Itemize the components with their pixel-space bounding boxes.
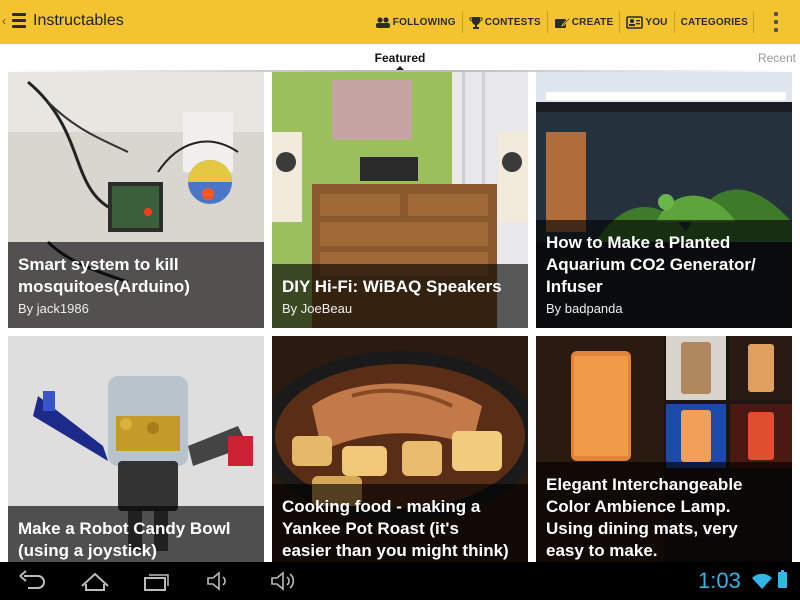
project-card[interactable]: DIY Hi-Fi: WiBAQ Speakers By JoeBeau (272, 72, 528, 328)
tab-featured[interactable]: Featured (370, 51, 430, 65)
contests-label: CONTESTS (484, 16, 541, 28)
project-card[interactable]: Smart system to kill mosquitoes(Arduino)… (8, 72, 264, 328)
you-label: YOU (645, 16, 668, 28)
up-caret-icon: ‹ (2, 14, 6, 28)
card-title: DIY Hi-Fi: WiBAQ Speakers (282, 276, 518, 298)
categories-label: CATEGORIES (680, 16, 748, 28)
following-label: FOLLOWING (392, 16, 456, 28)
card-caption: Cooking food - making a Yankee Pot Roast… (272, 484, 528, 562)
volume-up-icon[interactable] (270, 570, 300, 592)
card-title: Make a Robot Candy Bowl (using a joystic… (18, 518, 254, 562)
project-card[interactable]: Cooking food - making a Yankee Pot Roast… (272, 336, 528, 562)
card-caption: Make a Robot Candy Bowl (using a joystic… (8, 506, 264, 562)
card-caption: How to Make a Planted Aquarium CO2 Gener… (536, 220, 792, 328)
card-title-line: Make a Robot Candy Bowl (18, 519, 231, 538)
trophy-icon (469, 16, 483, 29)
card-title-line: Color Ambience Lamp. (546, 497, 731, 516)
project-card[interactable]: Elegant Interchangeable Color Ambience L… (536, 336, 792, 562)
card-caption: DIY Hi-Fi: WiBAQ Speakers By JoeBeau (272, 264, 528, 328)
you-button[interactable]: YOU (620, 0, 673, 44)
following-button[interactable]: FOLLOWING (369, 0, 462, 44)
card-caption: Smart system to kill mosquitoes(Arduino)… (8, 242, 264, 328)
tab-recent[interactable]: Recent (758, 51, 796, 65)
create-button[interactable]: CREATE (548, 0, 620, 44)
card-title-line: Yankee Pot Roast (it's (282, 519, 459, 538)
volume-down-icon[interactable] (206, 570, 232, 592)
create-icon (554, 16, 570, 28)
card-caption: Elegant Interchangeable Color Ambience L… (536, 462, 792, 562)
overflow-dot-icon (774, 12, 778, 16)
card-title-line: Aquarium CO2 Generator/ (546, 255, 756, 274)
action-bar: ‹ Instructables FOLLOWING CONTESTS CREAT… (0, 0, 800, 44)
card-title: Elegant Interchangeable Color Ambience L… (546, 474, 782, 562)
card-title: How to Make a Planted Aquarium CO2 Gener… (546, 232, 782, 298)
following-icon (375, 17, 390, 28)
featured-grid: Smart system to kill mosquitoes(Arduino)… (0, 72, 800, 562)
recent-apps-icon[interactable] (143, 570, 171, 592)
card-title-line: Infuser (546, 277, 603, 296)
card-title-line: (using a joystick) (18, 541, 157, 560)
profile-icon (626, 15, 644, 29)
project-card[interactable]: How to Make a Planted Aquarium CO2 Gener… (536, 72, 792, 328)
menu-icon (12, 13, 26, 29)
card-title-line: Cooking food - making a (282, 497, 481, 516)
card-title-line: How to Make a Planted (546, 233, 731, 252)
clock: 1:03 (698, 568, 741, 593)
card-title-line: Using dining mats, very (546, 519, 738, 538)
card-title: Cooking food - making a Yankee Pot Roast… (282, 496, 518, 562)
system-bar: 1:03 (0, 562, 800, 600)
tab-strip: Featured Recent (0, 44, 800, 72)
app-title: Instructables (33, 12, 124, 29)
create-label: CREATE (571, 16, 614, 28)
home-icon[interactable] (80, 570, 110, 592)
overflow-dot-icon (774, 28, 778, 32)
card-title-line: easier than you might think) (282, 541, 509, 560)
battery-icon (778, 570, 787, 588)
divider (753, 11, 754, 33)
contests-button[interactable]: CONTESTS (463, 0, 547, 44)
card-title-line: easy to make. (546, 541, 658, 560)
card-author: By badpanda (546, 301, 623, 316)
card-author: By jack1986 (18, 301, 89, 316)
wifi-icon (752, 573, 772, 589)
project-card[interactable]: Make a Robot Candy Bowl (using a joystic… (8, 336, 264, 562)
overflow-dot-icon (774, 20, 778, 24)
card-title-line: Smart system to kill (18, 255, 179, 274)
card-title: Smart system to kill mosquitoes(Arduino) (18, 254, 254, 298)
overflow-menu-button[interactable] (774, 12, 780, 32)
card-title-line: DIY Hi-Fi: WiBAQ Speakers (282, 277, 502, 296)
card-title-line: mosquitoes(Arduino) (18, 277, 190, 296)
back-icon[interactable] (18, 570, 46, 592)
action-menu: FOLLOWING CONTESTS CREATE YOU CATEGORIES (369, 0, 754, 44)
categories-button[interactable]: CATEGORIES (675, 0, 754, 44)
card-author: By JoeBeau (282, 301, 353, 316)
card-title-line: Elegant Interchangeable (546, 475, 743, 494)
